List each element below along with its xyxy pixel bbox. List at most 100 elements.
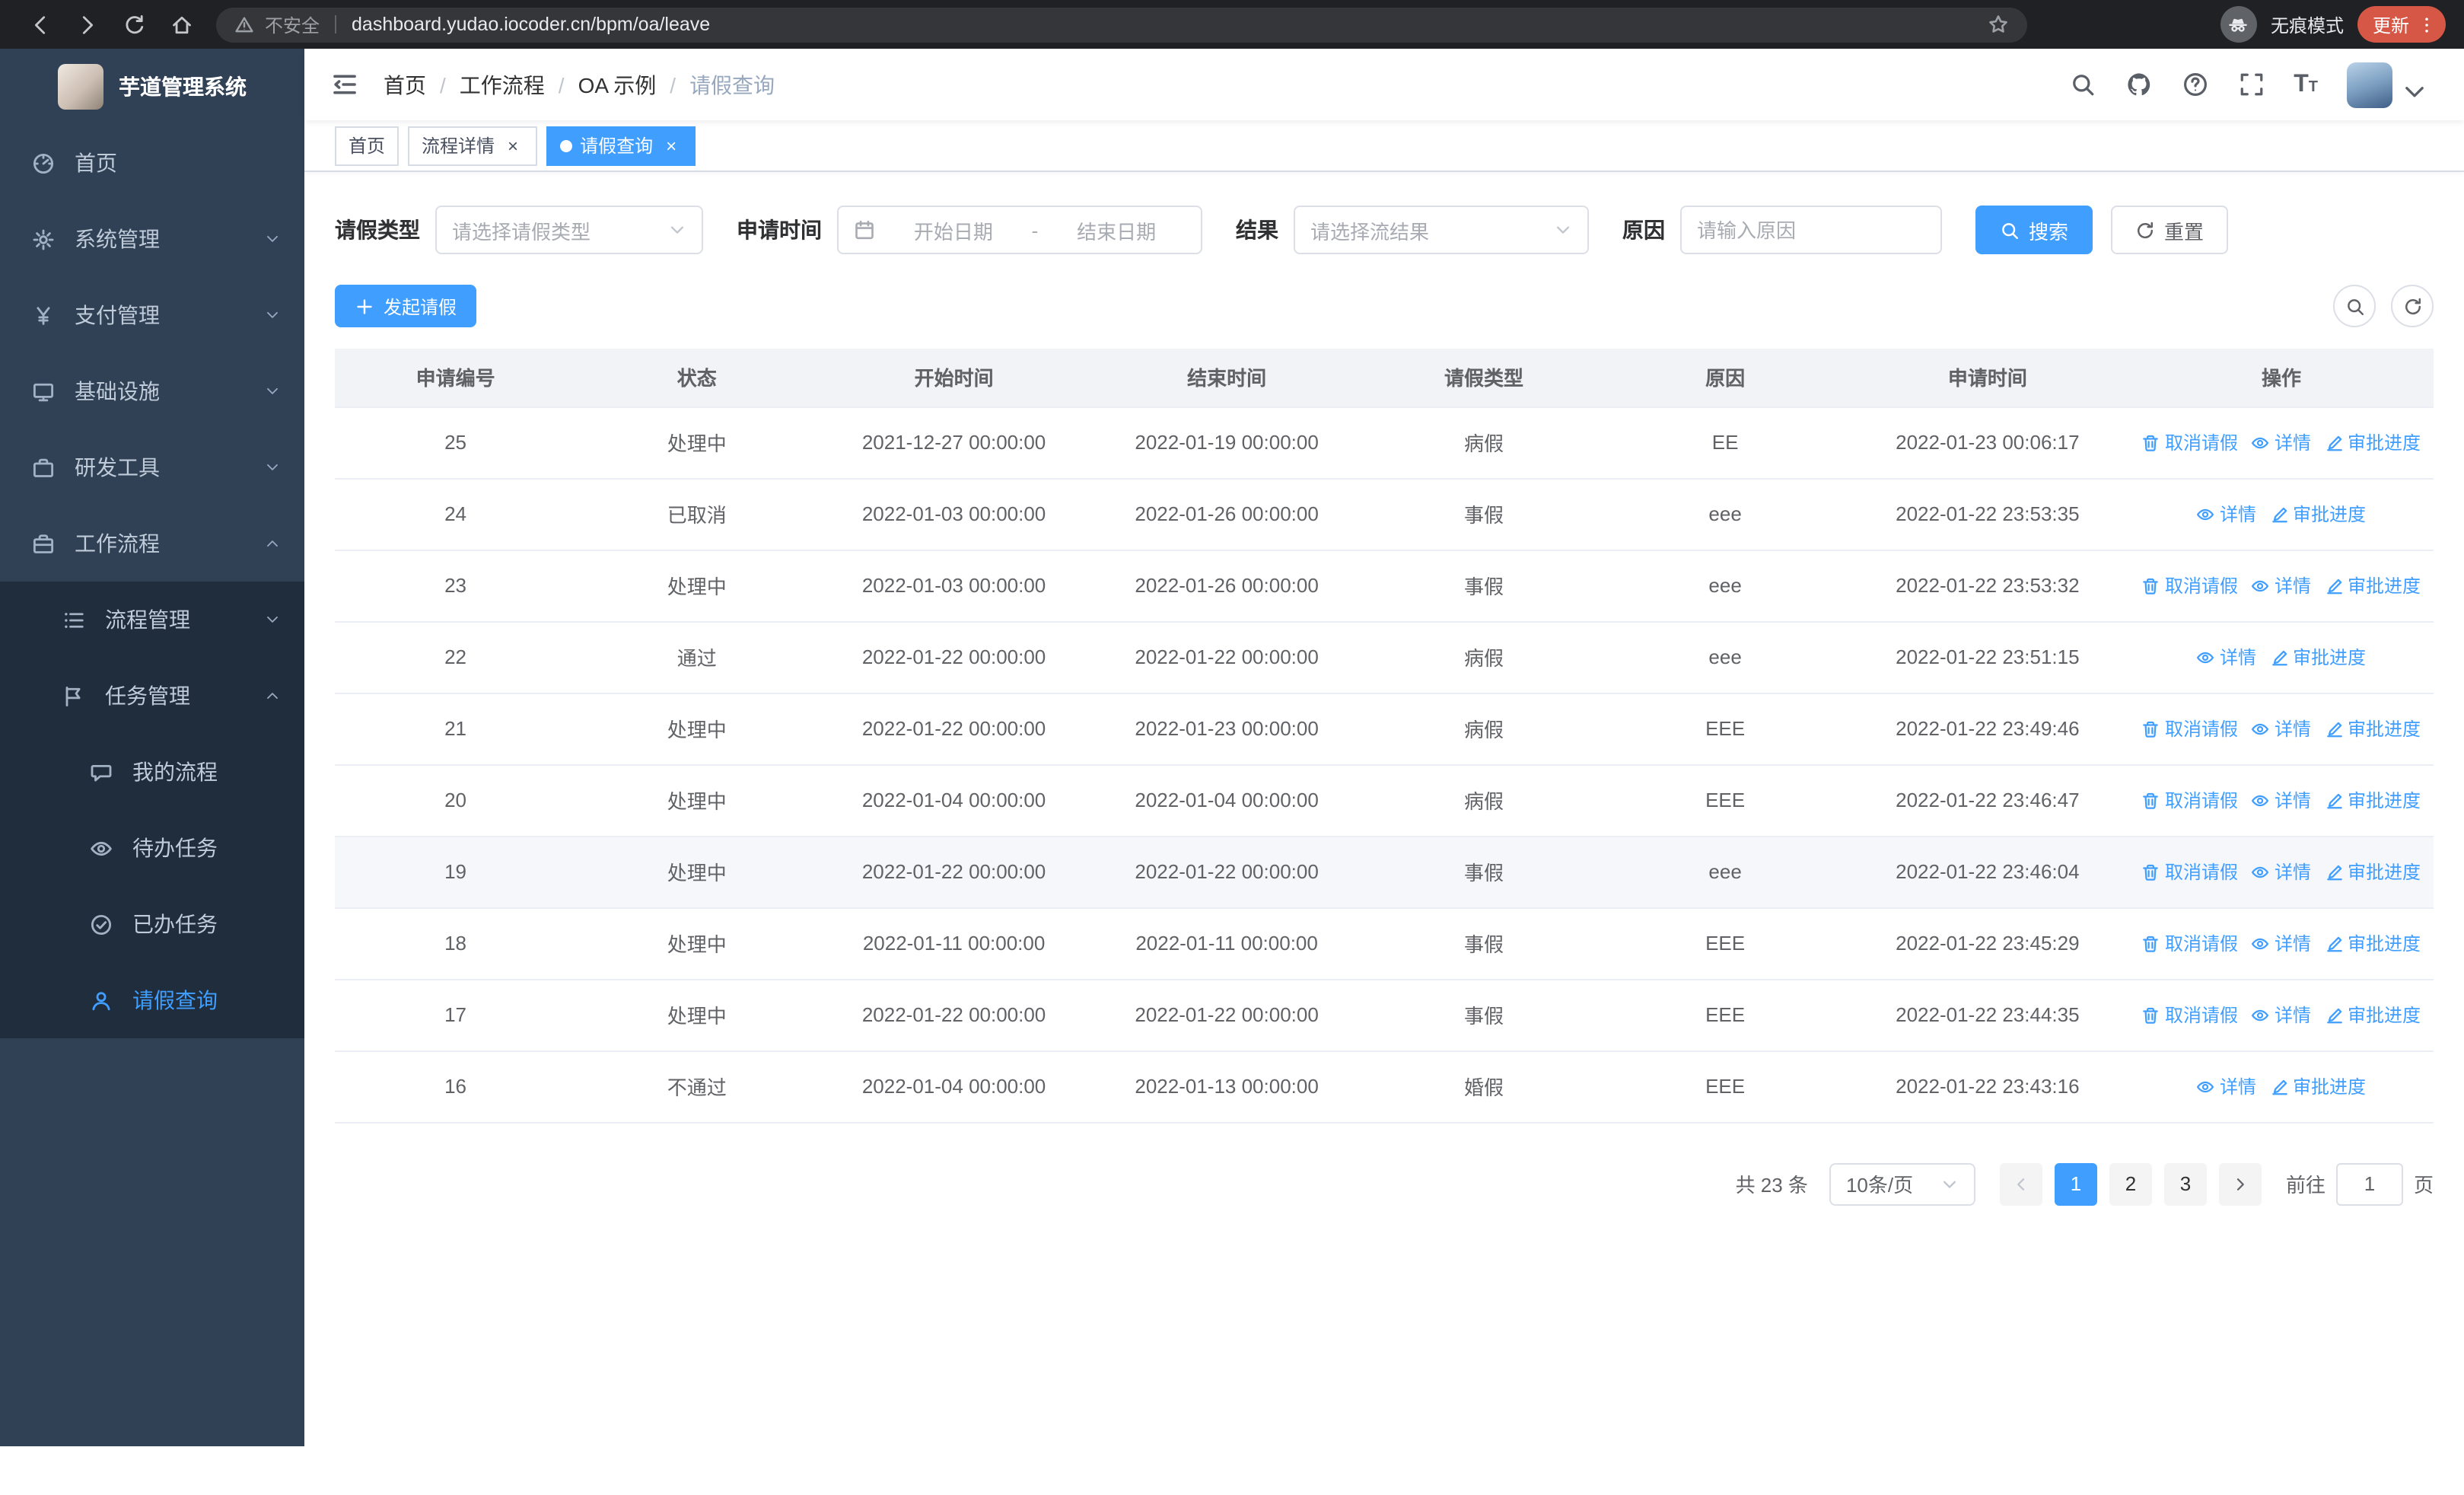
help-icon[interactable] [2181,71,2208,98]
chevron-left-icon [2012,1175,2030,1193]
toggle-search-button[interactable] [2333,285,2376,327]
detail-link[interactable]: 详情 [2252,930,2311,956]
search-button[interactable]: 搜索 [1975,206,2093,254]
browser-back-icon[interactable] [27,11,53,37]
incognito-avatar[interactable] [2220,6,2257,43]
browser-reload-icon[interactable] [122,11,148,37]
approval-progress-link[interactable]: 审批进度 [2325,787,2421,813]
prev-page-button[interactable] [1999,1162,2042,1205]
chevron-down-icon [265,460,280,475]
detail-link[interactable]: 详情 [2197,501,2256,527]
tab-close-icon[interactable]: × [502,135,524,156]
sidebar-item-home[interactable]: 首页 [0,125,304,201]
detail-link[interactable]: 详情 [2252,1002,2311,1028]
github-icon[interactable] [2125,71,2152,98]
sidebar-item-workflow[interactable]: 工作流程 [0,505,304,582]
cancel-leave-link[interactable]: 取消请假 [2142,787,2238,813]
action-label: 审批进度 [2348,432,2421,454]
detail-link[interactable]: 详情 [2252,787,2311,813]
approval-progress-link[interactable]: 审批进度 [2325,572,2421,598]
app-logo[interactable]: 芋道管理系统 [0,49,304,125]
browser-menu-button[interactable]: 更新 [2357,6,2446,43]
chevron-down-icon [1554,221,1572,239]
approval-progress-link[interactable]: 审批进度 [2325,429,2421,455]
trash-icon [2142,934,2160,952]
approval-progress-link[interactable]: 审批进度 [2325,716,2421,741]
browser-forward-icon[interactable] [75,11,100,37]
detail-link[interactable]: 详情 [2252,429,2311,455]
approval-progress-link[interactable]: 审批进度 [2270,644,2366,670]
breadcrumb-item[interactable]: OA 示例 [578,69,657,100]
cell-status: 处理中 [576,907,818,980]
sidebar-item-my-process[interactable]: 我的流程 [0,734,304,810]
approval-progress-link[interactable]: 审批进度 [2325,1002,2421,1028]
chevron-down-icon [2400,80,2427,107]
leave-table: 申请编号 状态 开始时间 结束时间 请假类型 原因 申请时间 操作 25 处理中 2021-12-… [335,349,2434,1123]
sidebar-item-task-management[interactable]: 任务管理 [0,658,304,734]
cancel-leave-link[interactable]: 取消请假 [2142,429,2238,455]
detail-link[interactable]: 详情 [2197,1073,2256,1099]
sidebar-item-payment-management[interactable]: 支付管理 [0,277,304,353]
sidebar-item-todo-tasks[interactable]: 待办任务 [0,810,304,886]
tab-close-icon[interactable]: × [661,135,682,156]
cancel-leave-link[interactable]: 取消请假 [2142,859,2238,885]
goto-page-input[interactable] [2335,1162,2403,1205]
leave-type-label: 请假类型 [335,218,420,242]
page-size-select[interactable]: 10条/页 [1829,1162,1975,1205]
sidebar-item-infrastructure[interactable]: 基础设施 [0,353,304,429]
detail-link[interactable]: 详情 [2197,644,2256,670]
browser-home-icon[interactable] [169,11,195,37]
detail-link[interactable]: 详情 [2252,572,2311,598]
reason-input[interactable] [1680,206,1942,254]
active-tab-dot [560,139,573,151]
action-label: 审批进度 [2293,647,2367,668]
font-size-icon[interactable]: TT [2294,72,2318,97]
header-search-icon[interactable] [2068,71,2096,98]
approval-progress-link[interactable]: 审批进度 [2270,501,2366,527]
sidebar-item-label: 工作流程 [75,531,160,556]
approval-progress-link[interactable]: 审批进度 [2325,859,2421,885]
page-button-2[interactable]: 2 [2109,1162,2152,1205]
leave-type-select[interactable]: 请选择请假类型 [435,206,703,254]
tab-leave-query[interactable]: 请假查询 × [546,126,696,165]
apply-time-range[interactable]: 开始日期 - 结束日期 [837,206,1202,254]
result-select[interactable]: 请选择流结果 [1294,206,1589,254]
sidebar-toggle-icon[interactable] [329,69,359,100]
sidebar-item-devtools[interactable]: 研发工具 [0,429,304,505]
tab-home[interactable]: 首页 [335,126,400,165]
sidebar-item-leave-query[interactable]: 请假查询 [0,962,304,1038]
sidebar-item-process-management[interactable]: 流程管理 [0,582,304,658]
page-button-1[interactable]: 1 [2054,1162,2097,1205]
refresh-table-button[interactable] [2391,285,2434,327]
approval-progress-link[interactable]: 审批进度 [2325,930,2421,956]
cell-apply-time: 2022-01-22 23:51:15 [1845,621,2129,693]
user-menu[interactable] [2347,62,2427,107]
sidebar-item-done-tasks[interactable]: 已办任务 [0,886,304,962]
bookmark-star-icon[interactable] [1988,14,2009,35]
breadcrumb-item[interactable]: 首页 [384,69,426,100]
cancel-leave-link[interactable]: 取消请假 [2142,572,2238,598]
tab-process-detail[interactable]: 流程详情 × [408,126,538,165]
detail-link[interactable]: 详情 [2252,716,2311,741]
reset-button[interactable]: 重置 [2111,206,2229,254]
action-label: 取消请假 [2164,790,2238,811]
breadcrumb-item[interactable]: 工作流程 [460,69,545,100]
sidebar-item-label: 研发工具 [75,455,160,480]
eye-icon [2197,505,2215,523]
action-label: 取消请假 [2164,719,2238,740]
fullscreen-icon[interactable] [2237,71,2265,98]
cell-end-time: 2022-01-22 00:00:00 [1090,836,1364,908]
sidebar-item-system-management[interactable]: 系统管理 [0,201,304,277]
detail-link[interactable]: 详情 [2252,859,2311,885]
next-page-button[interactable] [2218,1162,2262,1205]
approval-progress-link[interactable]: 审批进度 [2270,1073,2366,1099]
cancel-leave-link[interactable]: 取消请假 [2142,1002,2238,1028]
cancel-leave-link[interactable]: 取消请假 [2142,930,2238,956]
create-leave-button[interactable]: 发起请假 [335,285,477,327]
url-bar[interactable]: 不安全 dashboard.yudao.iocoder.cn/bpm/oa/le… [216,7,2027,42]
cancel-leave-link[interactable]: 取消请假 [2142,716,2238,741]
edit-icon [2325,576,2343,594]
cell-status: 不通过 [576,1050,818,1123]
security-warning-icon[interactable] [234,14,254,34]
page-button-3[interactable]: 3 [2163,1162,2207,1205]
